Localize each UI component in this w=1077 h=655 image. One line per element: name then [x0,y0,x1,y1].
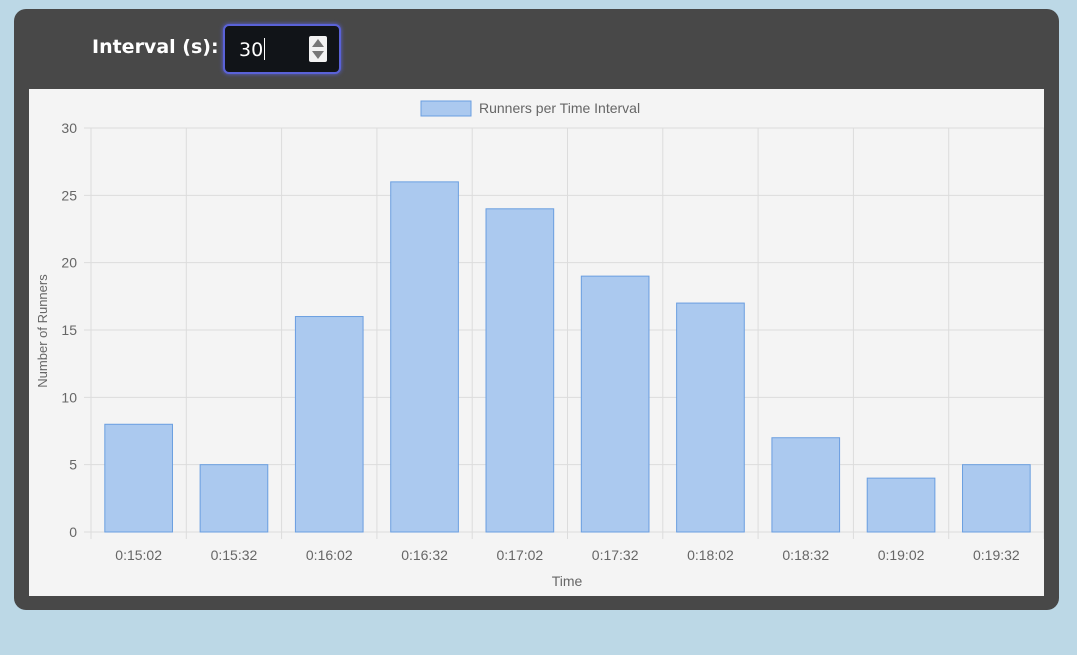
text-caret [264,38,266,60]
bar[interactable] [294,316,364,533]
interval-value[interactable]: 30 [239,38,266,61]
controls-bar: Interval (s): 30 [14,9,1059,87]
x-tick-label: 0:16:32 [401,547,448,563]
bar[interactable] [390,181,459,533]
y-tick-label: 10 [61,389,77,405]
x-tick-label: 0:19:32 [973,547,1020,563]
interval-value-text: 30 [239,39,264,61]
x-tick-label: 0:19:02 [878,547,925,563]
bar[interactable] [485,208,555,533]
bar[interactable] [866,477,936,533]
bar[interactable] [199,464,269,533]
interval-input[interactable]: 30 [223,24,341,74]
y-tick-label: 15 [61,322,77,338]
x-axis-title: Time [552,573,583,589]
legend-label[interactable]: Runners per Time Interval [479,100,640,116]
y-tick-label: 25 [61,187,77,203]
legend[interactable]: Runners per Time Interval [420,100,640,117]
bar-chart: 0 5 10 15 20 25 30 0:15:02 0:15:32 0:16:02 0:16:32… [35,100,1045,589]
legend-swatch[interactable] [420,100,472,117]
bar[interactable] [580,275,650,533]
x-tick-label: 0:18:32 [782,547,829,563]
x-tick-label: 0:17:32 [592,547,639,563]
chart-area: 0 5 10 15 20 25 30 0:15:02 0:15:32 0:16:02 0:16:32… [29,89,1045,596]
y-tick-label: 0 [69,524,77,540]
x-tick-label: 0:16:02 [306,547,353,563]
y-axis-title: Number of Runners [35,274,50,388]
chart-panel: Interval (s): 30 0 5 10 15 20 25 30 0:15:02 0:15… [14,9,1059,610]
x-tick-label: 0:15:02 [115,547,162,563]
y-tick-label: 30 [61,120,77,136]
spin-up-icon[interactable] [312,39,324,47]
bar[interactable] [771,437,841,533]
y-tick-label: 20 [61,255,77,271]
bar[interactable] [676,302,745,533]
y-tick-label: 5 [69,457,77,473]
x-tick-label: 0:17:02 [496,547,543,563]
bar[interactable] [104,423,173,533]
interval-spinner[interactable] [309,36,327,62]
x-tick-label: 0:18:02 [687,547,734,563]
x-tick-label: 0:15:32 [211,547,258,563]
interval-label: Interval (s): [92,36,219,58]
bar[interactable] [962,464,1031,533]
spin-down-icon[interactable] [312,51,324,59]
